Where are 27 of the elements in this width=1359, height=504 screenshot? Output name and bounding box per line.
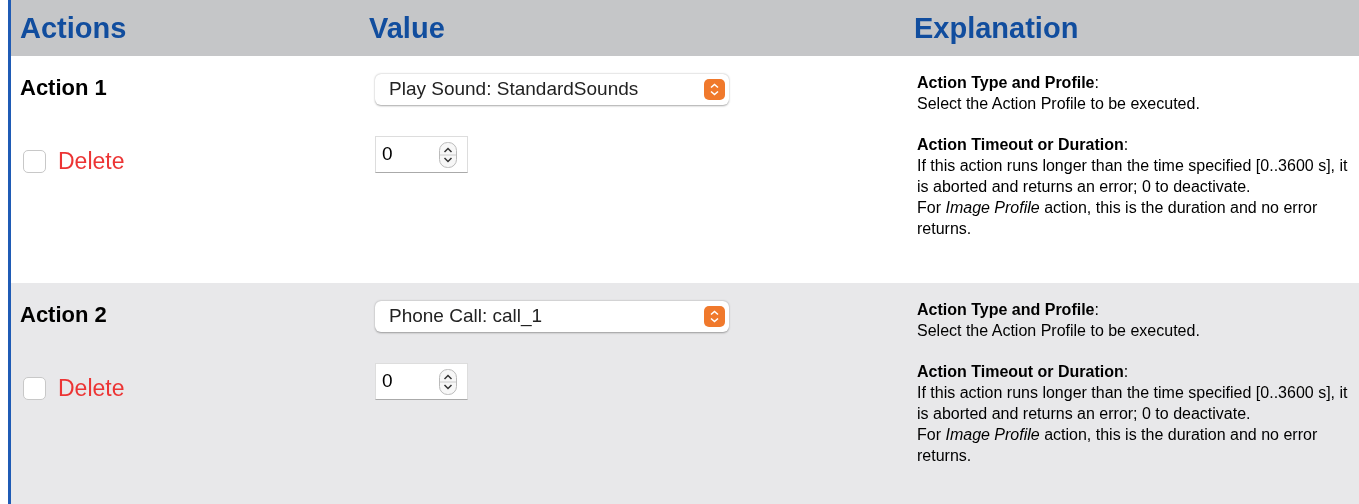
action-title: Action 2	[20, 301, 108, 329]
timeout-field[interactable]: 0	[375, 136, 468, 173]
explanation-text: Select the Action Profile to be executed.	[917, 321, 1201, 341]
delete-checkbox[interactable]	[23, 149, 46, 173]
explanation-heading: Action Timeout or Duration:	[917, 362, 1130, 382]
explanation-text: Select the Action Profile to be executed.	[917, 94, 1201, 114]
stepper-icon[interactable]	[439, 141, 457, 168]
explanation-heading: Action Timeout or Duration:	[917, 135, 1130, 155]
explanation-text: If this action runs longer than the time specified [0..3600 s], it is aborted and returns an error; 0 to deactivate.	[917, 383, 1349, 424]
profile-select[interactable]: Play Sound: StandardSounds	[375, 74, 729, 105]
chevron-updown-icon	[704, 306, 725, 327]
profile-select[interactable]: Phone Call: call_1	[375, 301, 729, 332]
timeout-field[interactable]: 0	[375, 363, 468, 400]
explanation-text: For Image Profile action, this is the duration and no error returns.	[917, 198, 1319, 239]
actions-header: Actions	[19, 13, 128, 43]
chevron-updown-icon	[704, 79, 725, 100]
stepper-icon[interactable]	[439, 368, 457, 395]
explanation-text: For Image Profile action, this is the duration and no error returns.	[917, 425, 1319, 466]
delete-label: Delete	[58, 374, 125, 403]
delete-label: Delete	[58, 147, 125, 176]
explanation-text: If this action runs longer than the time specified [0..3600 s], it is aborted and returns an error; 0 to deactivate.	[917, 156, 1349, 197]
value-header: Value	[368, 13, 446, 43]
action-title: Action 1	[20, 74, 108, 102]
explanation-heading: Action Type and Profile:	[917, 73, 1100, 93]
explanation-heading: Action Type and Profile:	[917, 300, 1100, 320]
delete-checkbox[interactable]	[23, 376, 46, 400]
explanation-header: Explanation	[913, 13, 1080, 43]
